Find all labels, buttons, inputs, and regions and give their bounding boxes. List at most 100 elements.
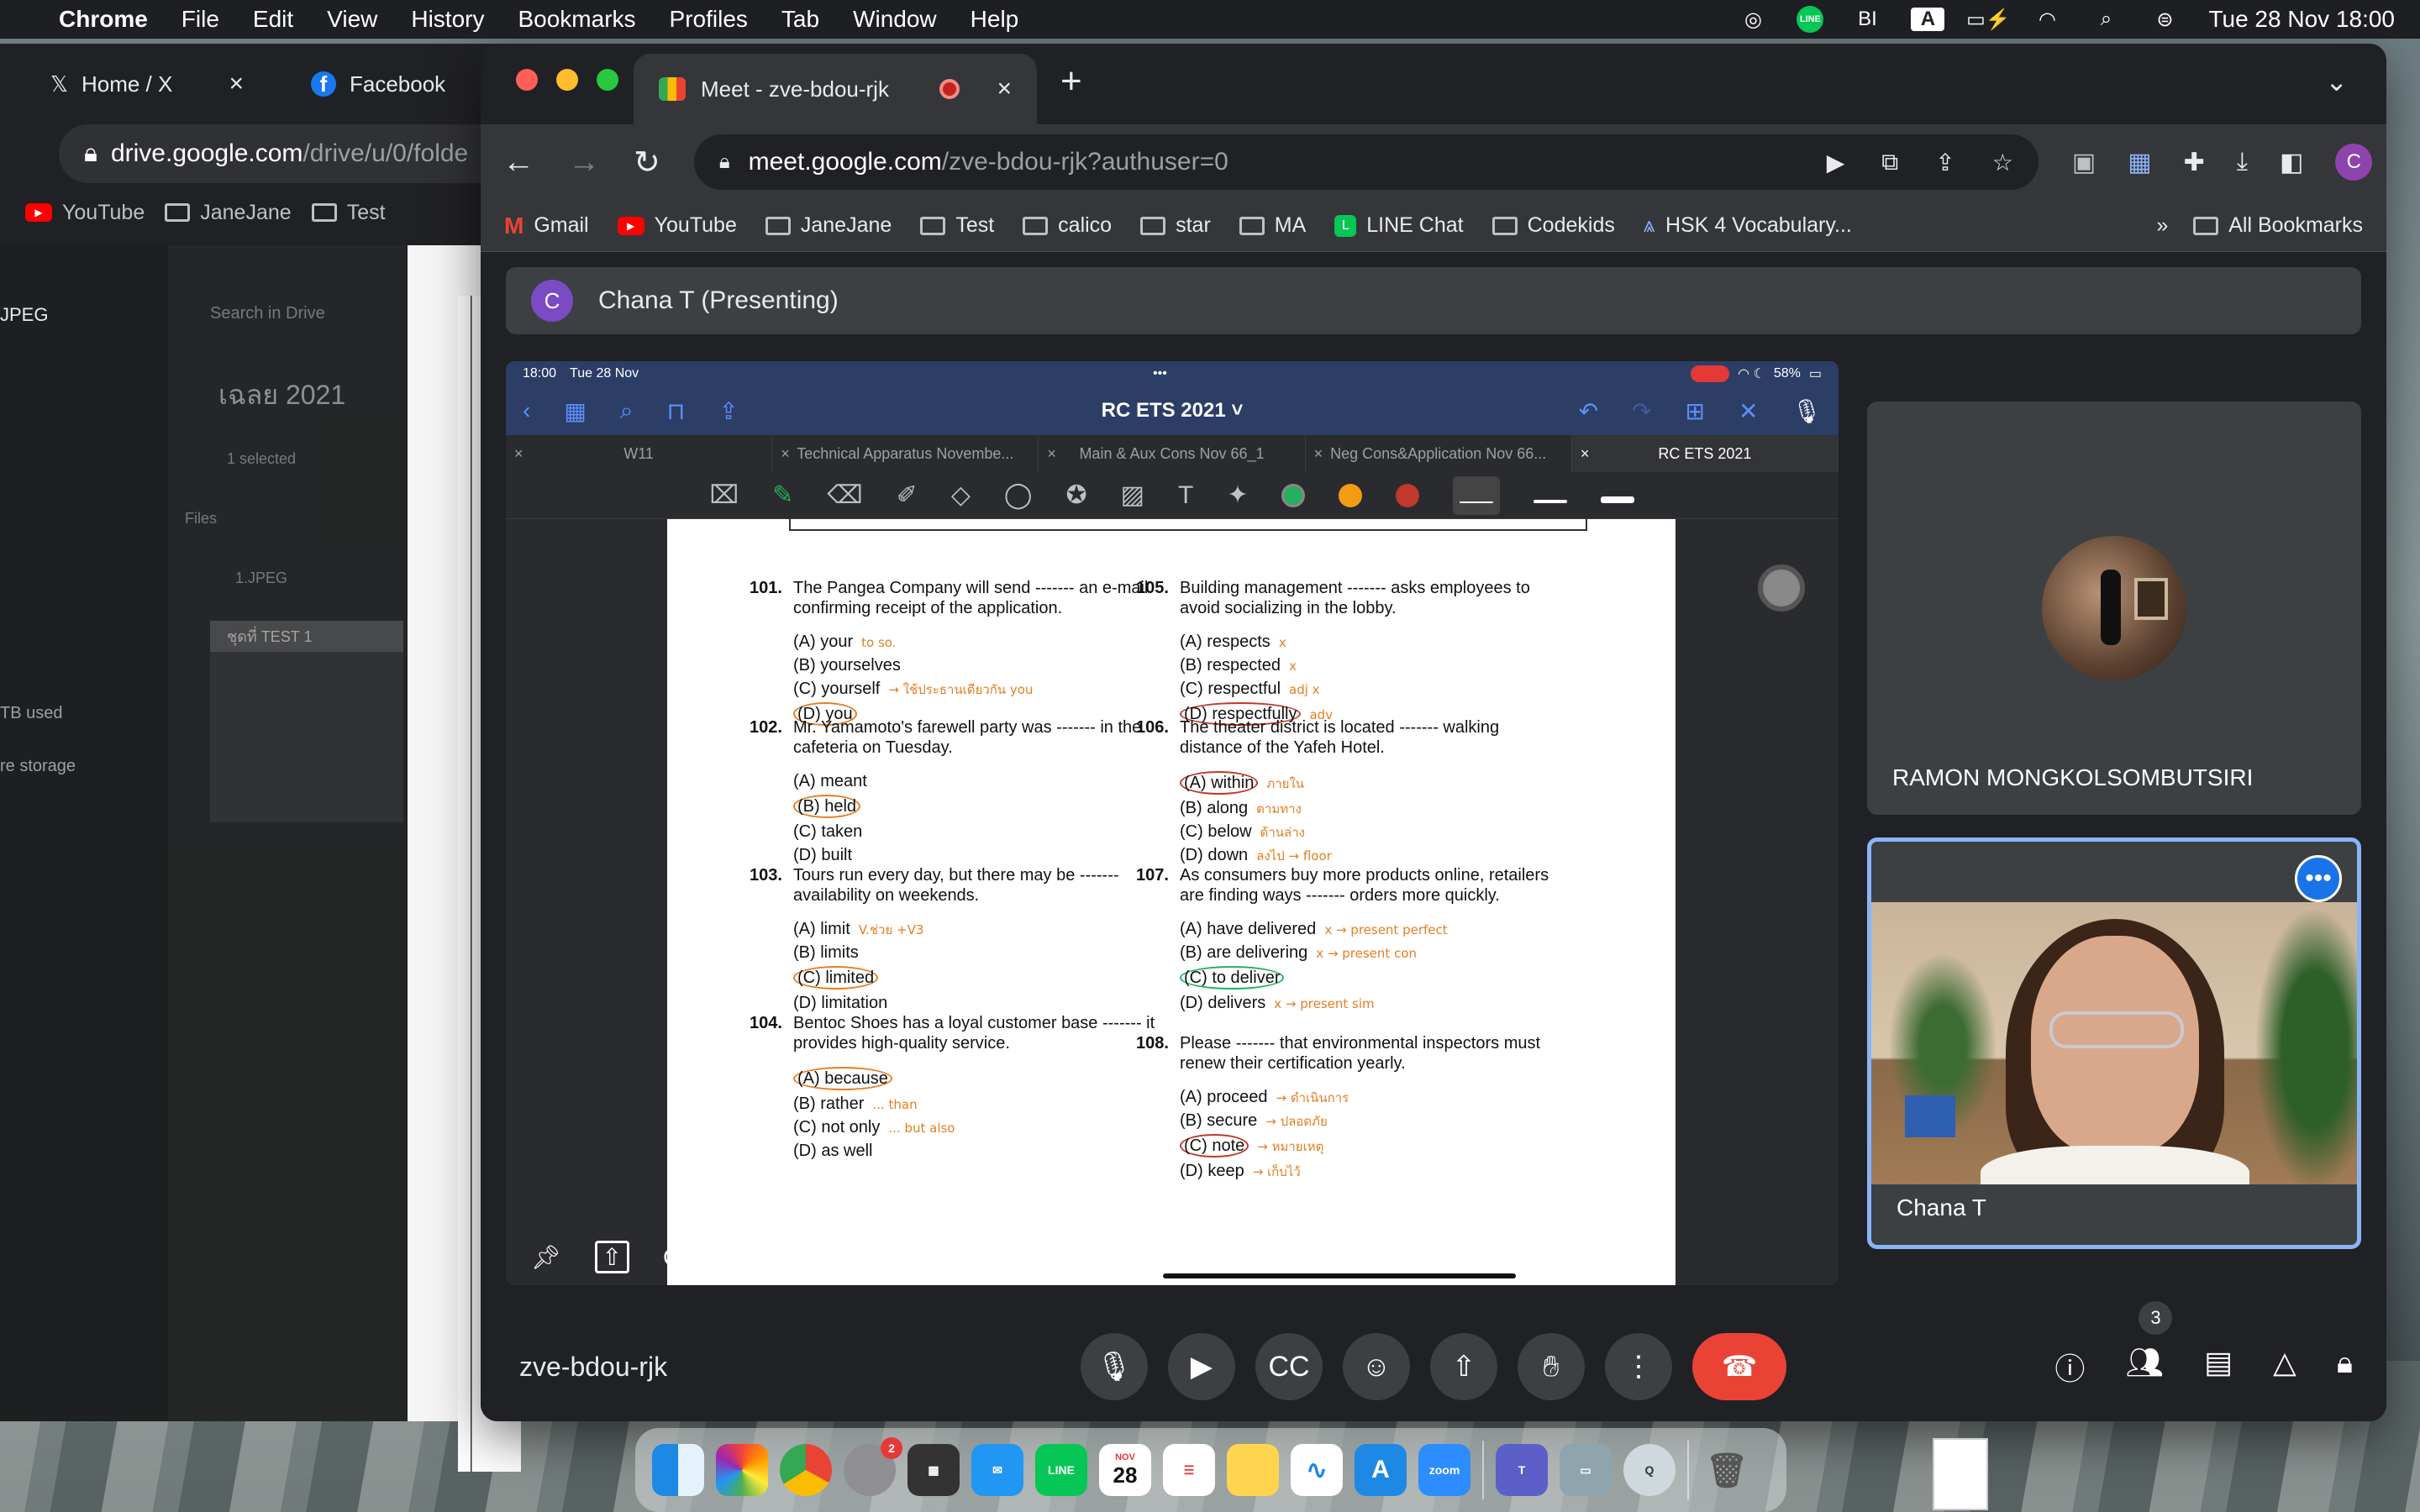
finder-icon[interactable] [652, 1444, 704, 1496]
image-icon[interactable]: ▨ [1121, 480, 1144, 510]
pen-icon[interactable]: ✎ [772, 480, 793, 510]
people-button[interactable]: 3 👥︎ [2125, 1301, 2173, 1389]
bg-address-bar[interactable]: 🔒︎ drive.google.com/drive/u/0/folde [59, 124, 521, 183]
all-bookmarks[interactable]: All Bookmarks [2193, 213, 2363, 238]
redo-icon[interactable]: ↷ [1632, 397, 1651, 425]
tab-search-chevron-icon[interactable]: ⌄ [2325, 66, 2348, 97]
stroke-thick-option[interactable] [1601, 481, 1635, 510]
zoom-window-button[interactable] [597, 69, 618, 91]
pin-icon[interactable]: 📌︎ [531, 1243, 561, 1271]
color-orange-swatch[interactable] [1339, 483, 1363, 507]
close-icon[interactable]: × [514, 445, 523, 463]
share-icon[interactable]: ⇪ [1935, 149, 1954, 176]
bi-icon[interactable]: BI [1852, 8, 1882, 31]
line-app-icon[interactable]: LINE [1035, 1444, 1087, 1496]
camera-button[interactable]: ▶︎ [1168, 1333, 1235, 1400]
host-controls-icon[interactable]: 🔒︎ [2337, 1345, 2353, 1389]
lasso-text-icon[interactable]: ⌧ [710, 480, 739, 510]
microphone-button[interactable]: 🎙︎ [1081, 1333, 1148, 1400]
zoom-icon[interactable]: zoom [1418, 1444, 1470, 1496]
lasso-icon[interactable]: ◯ [1004, 480, 1033, 510]
color-red-swatch[interactable] [1396, 483, 1420, 507]
scroll-handle[interactable] [1758, 564, 1805, 612]
forward-button[interactable]: → [568, 144, 600, 181]
close-icon[interactable]: × [1047, 445, 1056, 463]
close-icon[interactable]: × [229, 70, 244, 98]
meet-extension-icon[interactable]: ▦ [2128, 148, 2151, 177]
line-status-icon[interactable]: LINE [1797, 6, 1824, 33]
stroke-thin-option[interactable] [1453, 475, 1501, 515]
menubar-clock[interactable]: Tue 28 Nov 18:00 [2208, 6, 2395, 33]
close-tab-icon[interactable]: × [997, 75, 1012, 103]
raise-hand-button[interactable]: ✋︎ [1518, 1333, 1585, 1400]
minimize-window-button[interactable] [556, 69, 578, 91]
more-options-button[interactable]: ⋮ [1605, 1333, 1672, 1400]
document-title[interactable]: RC ETS 2021 ˅ [1102, 399, 1244, 423]
bookmark-icon[interactable]: ⊓ [666, 397, 685, 425]
bookmark-ma[interactable]: MA [1239, 213, 1306, 238]
menu-app-name[interactable]: Chrome [59, 6, 148, 33]
close-icon[interactable]: × [1314, 445, 1323, 463]
bg-bookmark-youtube[interactable]: ▶ YouTube [25, 201, 145, 225]
bookmark-star[interactable]: star [1140, 213, 1211, 238]
highlighter-icon[interactable]: ✐ [897, 480, 918, 510]
calculator-icon[interactable]: ▦ [908, 1444, 960, 1496]
add-page-icon[interactable]: ⊞ [1686, 397, 1705, 425]
present-button[interactable]: ⇧ [1430, 1333, 1497, 1400]
mail-icon[interactable]: ✉ [971, 1444, 1023, 1496]
stroke-medium-option[interactable] [1534, 481, 1568, 510]
freeform-icon[interactable]: ∿ [1291, 1444, 1343, 1496]
spotlight-search-icon[interactable]: ⌕ [2091, 8, 2121, 31]
shapes-icon[interactable]: ◇ [951, 480, 971, 510]
app-store-icon[interactable]: A [1355, 1444, 1407, 1496]
menu-profiles[interactable]: Profiles [670, 6, 748, 33]
address-bar[interactable]: 🔒︎ meet.google.com/zve-bdou-rjk?authuser… [693, 134, 2039, 190]
new-tab-button[interactable]: + [1060, 60, 1082, 102]
downloads-icon[interactable]: ⤓ [2237, 148, 2248, 176]
menu-edit[interactable]: Edit [253, 6, 293, 33]
bookmark-star-icon[interactable]: ☆ [1992, 149, 2013, 176]
calendar-icon[interactable]: NOV 28 [1099, 1444, 1151, 1496]
back-button[interactable]: ← [502, 144, 534, 181]
bg-tab-x[interactable]: 𝕏 Home / X × [0, 44, 260, 124]
present-icon[interactable]: ⇧ [594, 1241, 630, 1273]
control-center-icon[interactable]: ⊜ [2149, 8, 2180, 31]
doc-tab-neg-cons[interactable]: × Neg Cons&Application Nov 66... [1306, 435, 1572, 472]
bg-bookmark-janejane[interactable]: JaneJane [165, 201, 292, 225]
doc-tab-rc-ets[interactable]: × RC ETS 2021 [1571, 435, 1839, 472]
desktop-file-icon[interactable] [1933, 1438, 1988, 1510]
trash-icon[interactable]: 🗑︎ [1701, 1444, 1753, 1496]
tab-meet[interactable]: Meet - zve-bdou-rjk × [634, 54, 1037, 124]
undo-icon[interactable]: ↶ [1579, 397, 1598, 425]
menu-tab[interactable]: Tab [781, 6, 819, 33]
menu-file[interactable]: File [182, 6, 219, 33]
extensions-puzzle-icon[interactable]: ✚ [2184, 148, 2205, 177]
bg-drive-thumbnail[interactable]: ชุดที่ TEST 1 [210, 621, 403, 822]
close-icon[interactable]: ✕ [1739, 397, 1758, 425]
activities-icon[interactable]: △ [2273, 1345, 2296, 1389]
back-chevron-icon[interactable]: ‹ [523, 397, 530, 424]
laser-pointer-icon[interactable]: ✦ [1227, 480, 1248, 510]
doc-tab-main-aux[interactable]: × Main & Aux Cons Nov 66_1 [1039, 435, 1306, 472]
menu-window[interactable]: Window [853, 6, 937, 33]
share-icon[interactable]: ⇪ [718, 397, 738, 425]
captions-button[interactable]: CC [1255, 1333, 1323, 1400]
close-icon[interactable]: × [781, 445, 790, 463]
worksheet-page[interactable]: 101. The Pangea Company will send -------… [667, 519, 1676, 1285]
input-source-icon[interactable]: A [1911, 8, 1945, 31]
battery-icon[interactable]: ▭⚡ [1966, 8, 2011, 31]
bookmark-test[interactable]: Test [920, 213, 994, 238]
participant-tile-chana[interactable]: ••• Chana T [1867, 837, 2361, 1249]
chrome-icon[interactable] [780, 1444, 832, 1496]
bookmark-calico[interactable]: calico [1023, 213, 1112, 238]
preview-icon[interactable]: ▭ [1560, 1444, 1612, 1496]
creative-cloud-icon[interactable]: ◎ [1738, 8, 1768, 31]
participant-tile-ramon[interactable]: RAMON MONGKOLSOMBUTSIRI [1867, 402, 2361, 815]
bookmark-youtube[interactable]: ▶ YouTube [617, 213, 737, 238]
wifi-icon[interactable]: ◠ [2032, 8, 2062, 31]
menu-help[interactable]: Help [971, 6, 1019, 33]
bg-drive-file[interactable]: 1.JPEG [235, 570, 408, 587]
eraser-icon[interactable]: ⌫ [827, 480, 862, 510]
system-settings-icon[interactable]: 2 [844, 1437, 902, 1496]
chat-icon[interactable]: ▤ [2204, 1345, 2233, 1389]
